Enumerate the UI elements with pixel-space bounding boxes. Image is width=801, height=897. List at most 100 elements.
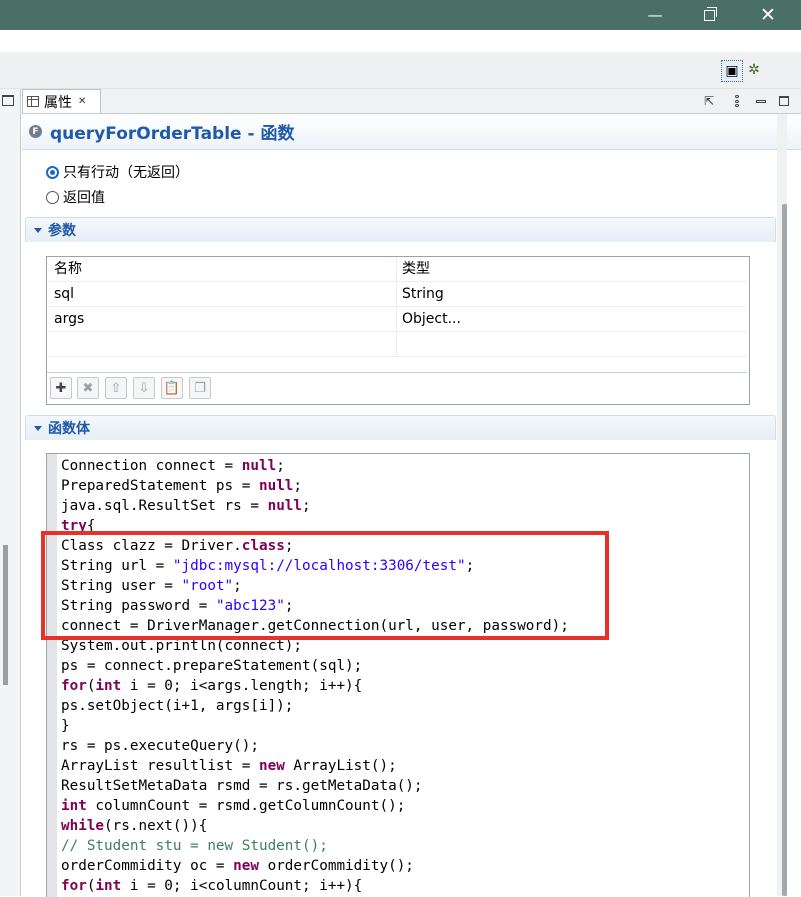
table-row[interactable]: sql String [47,282,747,307]
code-line[interactable]: int columnCount = rsmd.getColumnCount(); [61,796,569,816]
java-perspective-button[interactable]: ▣ [721,60,743,82]
properties-view: 属性 ✕ ⇱ F queryForOrderTable - 函数 只有行动（无返… [22,89,801,897]
column-header-name[interactable]: 名称 [47,257,397,281]
params-section-header[interactable]: 参数 [25,217,776,242]
param-name-cell[interactable]: args [47,307,397,331]
code-line[interactable]: orderCommidity oc = new orderCommidity()… [61,856,569,876]
debug-perspective-button[interactable]: ✲ [744,60,764,80]
code-token: ResultSetMetaData rsmd = rs.getMetaData(… [61,778,423,794]
code-line[interactable]: Connection connect = null; [61,456,569,476]
radio-unchecked-icon[interactable] [46,190,59,204]
radio-checked-icon[interactable] [46,165,59,179]
code-line[interactable]: System.out.println(connect); [61,636,569,656]
view-maximize-button[interactable] [775,91,793,111]
code-token: for [61,878,87,894]
left-scrollbar-thumb[interactable] [3,545,8,685]
code-token: i = 0; i<columnCount; i++){ [121,878,363,894]
add-param-button[interactable]: ✚ [50,377,72,399]
table-row[interactable]: args Object... [47,307,747,332]
properties-scrollbar-thumb[interactable] [782,204,787,896]
restore-icon [703,6,717,21]
expand-triangle-icon[interactable] [34,425,42,431]
code-token: ArrayList resultlist = [61,758,259,774]
add-icon: ✚ [55,380,67,396]
table-row[interactable] [47,332,747,357]
move-down-button[interactable]: ⇩ [133,377,155,399]
column-header-type[interactable]: 类型 [397,257,747,281]
code-line[interactable]: ResultSetMetaData rsmd = rs.getMetaData(… [61,776,569,796]
code-line[interactable]: rs = ps.executeQuery(); [61,736,569,756]
code-line[interactable]: // Student stu = new Student(); [61,836,569,856]
code-token: PreparedStatement ps = [61,478,259,494]
view-minimize-button[interactable] [752,91,770,111]
body-section-header[interactable]: 函数体 [25,415,776,440]
param-type-cell[interactable]: String [397,282,747,306]
code-token: for [61,678,87,694]
pin-view-button[interactable]: ⇱ [700,91,718,111]
code-line[interactable]: String password = "abc123"; [61,596,569,616]
code-line[interactable]: ps = connect.prepareStatement(sql); [61,656,569,676]
code-token: ; [276,458,285,474]
code-token: orderCommidity oc = [61,858,234,874]
code-lines[interactable]: Connection connect = null; PreparedStatem… [61,456,569,896]
code-line[interactable]: ps.setObject(i+1, args[i]); [61,696,569,716]
maximize-icon[interactable] [2,95,14,106]
close-button[interactable]: ✕ [745,0,791,30]
code-token: java.sql.ResultSet rs = [61,498,268,514]
window-titlebar: — ✕ [0,0,801,30]
code-token: ArrayList(); [284,758,397,774]
code-line[interactable]: String url = "jdbc:mysql://localhost:330… [61,556,569,576]
code-line[interactable]: connect = DriverManager.getConnection(ur… [61,616,569,636]
code-line[interactable]: Class clazz = Driver.class; [61,536,569,556]
remove-icon: ✖ [82,380,94,396]
code-token: null [267,498,303,514]
code-token: String url = [61,558,173,574]
code-token: ps.setObject(i+1, args[i]); [61,698,294,714]
code-line[interactable]: PreparedStatement ps = null; [61,476,569,496]
radio-return-value[interactable]: 返回值 [46,186,105,208]
code-line[interactable]: while(rs.next()){ [61,816,569,836]
code-token: int [95,678,122,694]
paste-param-button[interactable]: 📋 [161,377,183,399]
code-line[interactable]: java.sql.ResultSet rs = null; [61,496,569,516]
tab-close-icon[interactable]: ✕ [78,96,86,107]
properties-header: F queryForOrderTable - 函数 [22,114,801,150]
radio-action-only[interactable]: 只有行动（无返回） [46,161,189,183]
params-table: 名称 类型 sql String args Object... ✚ ✖ ⇧ ⇩ … [46,256,750,405]
minimize-button[interactable]: — [632,0,678,30]
code-token: { [86,518,96,534]
param-name-cell[interactable]: sql [47,282,397,306]
view-menu-button[interactable] [728,91,746,111]
code-token: int [95,878,122,894]
code-token: ; [293,478,303,494]
code-editor[interactable]: Connection connect = null; PreparedStatem… [46,453,750,897]
code-token: String user = [61,578,182,594]
code-line[interactable]: String user = "root"; [61,576,569,596]
code-line[interactable]: } [61,716,569,736]
param-name-cell[interactable] [47,332,397,356]
code-token: i = 0; i<args.length; i++){ [121,678,363,694]
restore-button[interactable] [686,0,732,30]
move-up-button[interactable]: ⇧ [105,377,127,399]
code-token: class [241,538,285,554]
code-token: connect = DriverManager.getConnection(ur… [61,618,569,634]
copy-param-button[interactable]: ❐ [189,377,211,399]
code-line[interactable]: for(int i = 0; i<args.length; i++){ [61,676,569,696]
move-up-icon: ⇧ [110,380,122,396]
code-line[interactable]: ArrayList resultlist = new ArrayList(); [61,756,569,776]
pin-icon: ⇱ [703,94,715,108]
code-token: Connection connect = [61,458,242,474]
code-line[interactable]: for(int i = 0; i<columnCount; i++){ [61,876,569,896]
body-section-title: 函数体 [48,421,90,437]
code-line[interactable]: try{ [61,516,569,536]
code-token: ; [284,598,294,614]
expand-triangle-icon[interactable] [34,227,42,233]
remove-param-button[interactable]: ✖ [77,377,99,399]
code-token: (rs.next()){ [104,818,208,834]
function-icon: F [29,125,42,138]
tab-properties[interactable]: 属性 ✕ [22,89,101,113]
param-type-cell[interactable] [397,332,747,356]
code-token: "jdbc:mysql://localhost:3306/test" [172,558,466,574]
properties-icon [27,96,39,107]
param-type-cell[interactable]: Object... [397,307,747,331]
